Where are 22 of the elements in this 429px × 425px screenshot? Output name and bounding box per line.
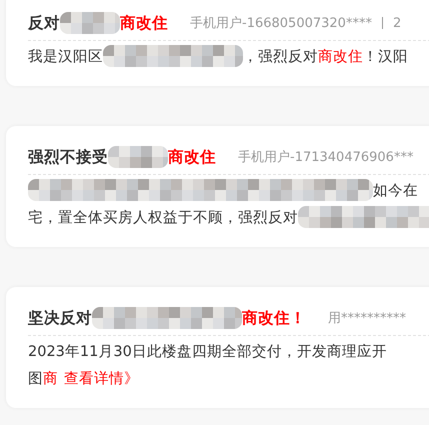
post-text: 2023年11月30日此楼盘四期全部交付，开发商理应开 (28, 342, 387, 360)
post-text: 图 (28, 370, 43, 388)
highlighted-text: 商改住 (120, 12, 168, 34)
post-text: ！汉阳 (363, 48, 408, 66)
highlighted-text: 商改住！ (242, 308, 306, 328)
author-name: 手机用户-166805007320**** (190, 15, 372, 32)
highlighted-text: 商 (43, 370, 58, 388)
post-text: 宅，置全体买房人权益于不顾，强烈反对 (28, 208, 298, 226)
author-name: 2 (392, 16, 402, 30)
author-name: 用********** (328, 310, 406, 327)
post-text: ，强烈反对 (243, 48, 318, 66)
blurred-text (108, 146, 168, 168)
highlighted-text: 商改住 (318, 48, 363, 66)
blurred-text (60, 12, 120, 34)
author-name: 手机用户-171340476906*** (238, 149, 414, 166)
details-link[interactable]: 查看详情》 (64, 368, 139, 388)
post-title: 强烈不接受 (28, 146, 108, 168)
post-title: 坚决反对 (28, 308, 92, 328)
post-text: 如今在 (373, 182, 418, 200)
post-title: 反对 (28, 12, 60, 34)
highlighted-text: 商改住 (168, 146, 216, 168)
post-text: 我是汉阳区 (28, 48, 103, 66)
